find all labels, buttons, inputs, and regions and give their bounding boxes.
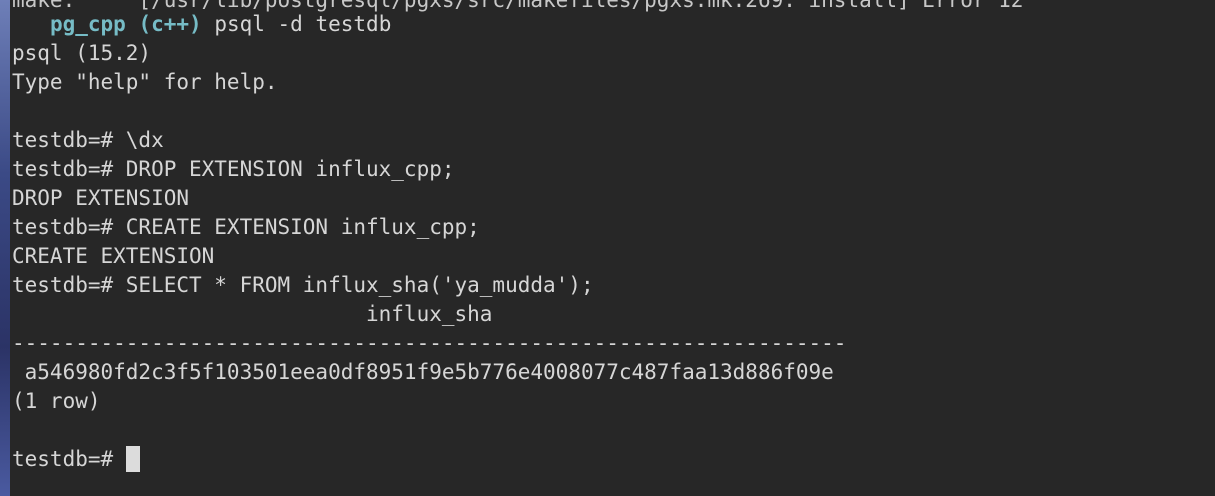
row-count: (1 row) <box>12 389 101 413</box>
prompt-text: testdb=# <box>12 447 126 471</box>
env-language: (c++) <box>138 12 202 36</box>
result-value: a546980fd2c3f5f103501eea0df8951f9e5b776e… <box>12 360 834 384</box>
text-cursor <box>125 446 140 472</box>
env-name: pg_cpp <box>49 12 126 36</box>
output-line: CREATE EXTENSION <box>12 244 215 268</box>
command-line: testdb=# SELECT * FROM influx_sha('ya_mu… <box>12 273 594 297</box>
shell-command: psql -d testdb <box>214 12 392 36</box>
command-line: testdb=# DROP EXTENSION influx_cpp; <box>12 157 455 181</box>
active-prompt-line[interactable]: testdb=# <box>12 445 140 474</box>
command-line: testdb=# CREATE EXTENSION influx_cpp; <box>12 215 480 239</box>
desktop-background-strip <box>0 0 10 496</box>
shell-prompt-line: pg_cpp (c++) psql -d testdb <box>12 10 391 39</box>
output-line: Type "help" for help. <box>12 70 278 94</box>
result-separator: ----------------------------------------… <box>12 331 847 355</box>
terminal-window: make: [/usr/lib/postgresql/pgxs/src/make… <box>0 0 1215 496</box>
result-column-header: influx_sha <box>12 302 493 326</box>
command-line: testdb=# \dx <box>12 128 164 152</box>
terminal-output[interactable]: make: [/usr/lib/postgresql/pgxs/src/make… <box>10 0 1215 496</box>
output-line: DROP EXTENSION <box>12 186 190 210</box>
output-line: psql (15.2) <box>12 41 152 65</box>
